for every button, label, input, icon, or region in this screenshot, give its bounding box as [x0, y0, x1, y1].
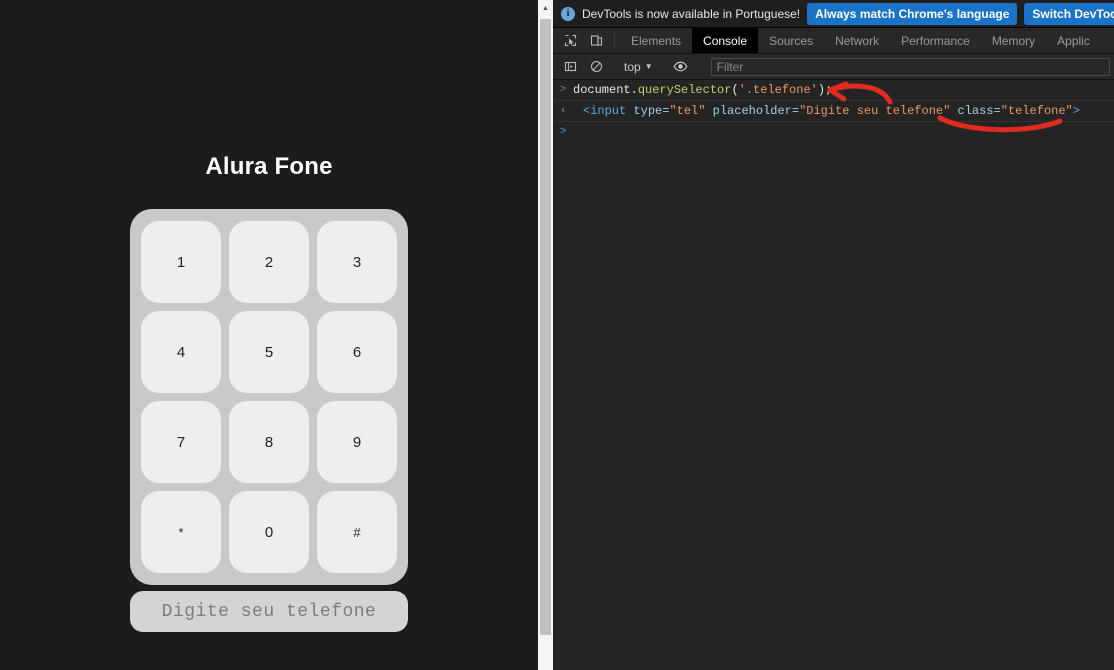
devtools-tabbar: Elements Console Sources Network Perform…	[553, 28, 1114, 54]
chevron-down-icon: ▼	[644, 62, 653, 71]
token: (	[731, 83, 739, 97]
token: >	[1072, 104, 1080, 118]
token: class=	[957, 104, 1001, 118]
console-output[interactable]: > document.querySelector('.telefone'); ‹…	[553, 80, 1114, 670]
toolbar-divider	[614, 33, 615, 48]
key-4[interactable]: 4	[141, 311, 221, 393]
console-sidebar-icon[interactable]	[557, 60, 583, 73]
screen: Alura Fone 1 2 3 4 5 6 7 8 9 * 0 # ▲	[0, 0, 1114, 670]
token: );	[817, 83, 833, 97]
key-6[interactable]: 6	[317, 311, 397, 393]
console-filter-input[interactable]	[710, 57, 1110, 76]
banner-message: DevTools is now available in Portuguese!	[582, 6, 801, 21]
token: document	[573, 83, 631, 97]
console-result-html[interactable]: <input type="tel" placeholder="Digite se…	[573, 104, 1080, 119]
console-row-input: > document.querySelector('.telefone');	[553, 80, 1114, 101]
token: "tel"	[669, 104, 706, 118]
page-title: Alura Fone	[205, 153, 333, 180]
always-match-language-button[interactable]: Always match Chrome's language	[807, 2, 1018, 25]
tab-application[interactable]: Applic	[1046, 28, 1101, 53]
key-hash[interactable]: #	[317, 491, 397, 573]
alura-fone-app: Alura Fone 1 2 3 4 5 6 7 8 9 * 0 #	[0, 0, 538, 670]
scrollbar-thumb[interactable]	[540, 19, 551, 635]
key-1[interactable]: 1	[141, 221, 221, 303]
token: type=	[633, 104, 670, 118]
page-scrollbar[interactable]: ▲	[538, 0, 553, 670]
tab-performance[interactable]: Performance	[890, 28, 981, 53]
devtools-panel: i DevTools is now available in Portugues…	[553, 0, 1114, 670]
token: querySelector	[637, 83, 732, 97]
browser-viewport: Alura Fone 1 2 3 4 5 6 7 8 9 * 0 # ▲	[0, 0, 553, 670]
key-asterisk[interactable]: *	[141, 491, 221, 573]
info-icon: i	[561, 6, 575, 21]
key-0[interactable]: 0	[229, 491, 309, 573]
execution-context-select[interactable]: top ▼	[620, 60, 657, 74]
input-chevron-icon: >	[559, 84, 567, 96]
key-7[interactable]: 7	[141, 401, 221, 483]
tab-memory[interactable]: Memory	[981, 28, 1046, 53]
console-row-prompt[interactable]: >	[553, 122, 1114, 143]
output-chevron-icon: ‹	[559, 105, 567, 117]
token: "Digite seu telefone"	[799, 104, 951, 118]
device-toolbar-icon[interactable]	[583, 28, 609, 53]
key-5[interactable]: 5	[229, 311, 309, 393]
token: .	[630, 83, 638, 97]
prompt-chevron-icon: >	[559, 126, 567, 138]
inspect-element-icon[interactable]	[557, 28, 583, 53]
token: <input	[583, 104, 627, 118]
console-row-output: ‹ <input type="tel" placeholder="Digite …	[553, 101, 1114, 122]
key-2[interactable]: 2	[229, 221, 309, 303]
tab-network[interactable]: Network	[824, 28, 890, 53]
token: '.telefone'	[738, 83, 818, 97]
language-banner: i DevTools is now available in Portugues…	[553, 0, 1114, 28]
token: "telefone"	[1000, 104, 1073, 118]
execution-context-label: top	[624, 59, 641, 74]
telephone-input[interactable]	[130, 591, 408, 632]
tab-sources[interactable]: Sources	[758, 28, 824, 53]
switch-devtools-language-button[interactable]: Switch DevTools to	[1024, 2, 1114, 25]
console-expression: document.querySelector('.telefone');	[573, 83, 832, 98]
keypad: 1 2 3 4 5 6 7 8 9 * 0 #	[130, 209, 408, 585]
key-8[interactable]: 8	[229, 401, 309, 483]
clear-console-icon[interactable]	[583, 60, 609, 73]
tab-elements[interactable]: Elements	[620, 28, 692, 53]
live-expression-icon[interactable]	[668, 60, 694, 73]
token: placeholder=	[712, 104, 800, 118]
tab-console[interactable]: Console	[692, 28, 759, 53]
console-filterbar: top ▼	[553, 54, 1114, 80]
key-3[interactable]: 3	[317, 221, 397, 303]
scroll-up-arrow-icon[interactable]: ▲	[538, 0, 553, 16]
key-9[interactable]: 9	[317, 401, 397, 483]
